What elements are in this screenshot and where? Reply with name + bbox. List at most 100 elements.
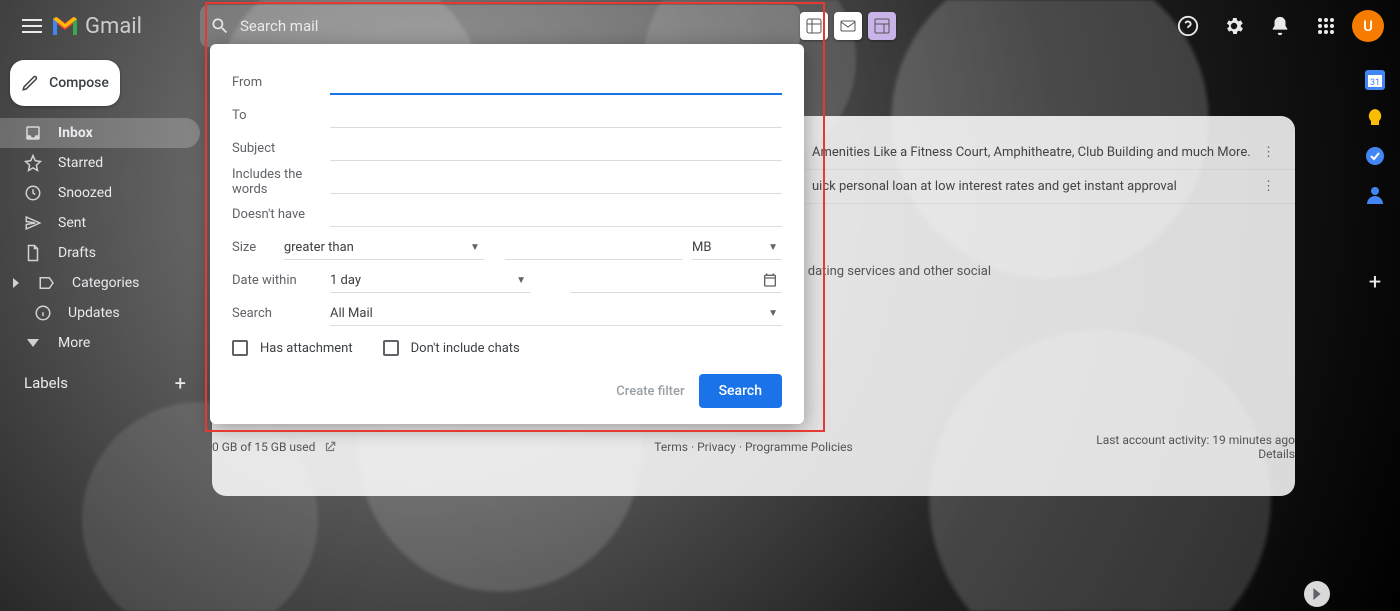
ext-icon-1[interactable]: [800, 12, 828, 40]
mail-row-1-more[interactable]: ⋮: [1262, 145, 1275, 160]
info-icon: [34, 304, 52, 322]
nav-more[interactable]: More: [0, 328, 200, 358]
adv-no-chats-label: Don't include chats: [411, 341, 520, 356]
svg-text:31: 31: [1370, 78, 1380, 88]
footer-privacy[interactable]: Privacy: [697, 440, 736, 454]
adv-no-chats-checkbox[interactable]: Don't include chats: [383, 340, 520, 356]
apps-button[interactable]: [1306, 6, 1346, 46]
nav-sent-label: Sent: [58, 215, 86, 231]
file-icon: [24, 244, 42, 262]
storage-text: 0 GB of 15 GB used: [212, 440, 315, 454]
adv-from-input[interactable]: [330, 71, 782, 95]
footer: 0 GB of 15 GB used Terms · Privacy · Pro…: [212, 433, 1295, 461]
open-in-new-icon[interactable]: [323, 440, 337, 454]
add-addon-button[interactable]: +: [1369, 270, 1381, 295]
keep-icon: [1365, 108, 1385, 128]
adv-doesnt-label: Doesn't have: [232, 207, 330, 222]
adv-date-range-value: 1 day: [330, 273, 361, 288]
adv-size-unit-value: MB: [692, 240, 711, 255]
label-icon: [38, 274, 56, 292]
chevron-down-icon: [27, 339, 39, 347]
adv-searchin-select[interactable]: All Mail ▼: [330, 302, 782, 326]
footer-terms[interactable]: Terms: [654, 440, 688, 454]
ext-icon-2[interactable]: [834, 12, 862, 40]
nav-categories-label: Categories: [72, 275, 139, 291]
nav-snoozed-label: Snoozed: [58, 185, 112, 201]
gmail-logo[interactable]: Gmail: [51, 14, 142, 39]
gmail-wordmark: Gmail: [85, 14, 142, 39]
checkbox-icon: [232, 340, 248, 356]
adv-from-label: From: [232, 75, 330, 90]
star-icon: [24, 154, 42, 172]
help-icon: [1177, 15, 1199, 37]
nav-updates-label: Updates: [68, 305, 120, 321]
nav-categories[interactable]: Categories: [0, 268, 200, 298]
adv-searchin-value: All Mail: [330, 306, 373, 321]
chevron-right-icon: [12, 278, 20, 288]
adv-subject-input[interactable]: [330, 137, 782, 161]
account-avatar[interactable]: U: [1352, 10, 1384, 42]
checkbox-icon: [383, 340, 399, 356]
gear-icon: [1223, 15, 1245, 37]
adv-includes-label: Includes the words: [232, 167, 330, 197]
tasks-icon: [1365, 146, 1385, 166]
nav-starred[interactable]: Starred: [0, 148, 200, 178]
adv-to-input[interactable]: [330, 104, 782, 128]
adv-doesnt-input[interactable]: [330, 203, 782, 227]
adv-size-value-input[interactable]: [505, 236, 682, 260]
adv-size-op-select[interactable]: greater than ▼: [284, 236, 484, 260]
footer-details[interactable]: Details: [1258, 447, 1295, 461]
adv-size-label: Size: [232, 240, 284, 255]
adv-has-attachment-checkbox[interactable]: Has attachment: [232, 340, 353, 356]
contacts-icon: [1365, 184, 1385, 204]
adv-size-unit-select[interactable]: MB ▼: [692, 236, 782, 260]
adv-date-picker[interactable]: [570, 269, 782, 293]
keep-addon[interactable]: [1365, 108, 1385, 128]
calendar-addon[interactable]: 31: [1365, 70, 1385, 90]
sheet-icon: [806, 18, 822, 34]
ext-icon-3[interactable]: [868, 12, 896, 40]
chevron-down-icon: ▼: [768, 308, 778, 319]
gmail-m-icon: [51, 15, 79, 37]
search-input[interactable]: [240, 17, 790, 35]
adv-searchin-label: Search: [232, 306, 330, 321]
chevron-down-icon: ▼: [470, 242, 480, 253]
main-menu-button[interactable]: [16, 6, 47, 46]
chevron-down-icon: ▼: [516, 275, 526, 286]
bell-icon: [1269, 15, 1291, 37]
nav-updates[interactable]: Updates: [0, 298, 200, 328]
adv-size-op-value: greater than: [284, 240, 354, 255]
search-bar[interactable]: [200, 5, 800, 47]
clock-icon: [24, 184, 42, 202]
contacts-addon[interactable]: [1365, 184, 1385, 204]
nav-sidebar: Compose Inbox Starred Snoozed Sent Draft…: [0, 52, 200, 611]
tasks-addon[interactable]: [1365, 146, 1385, 166]
compose-label: Compose: [49, 75, 109, 91]
calendar-icon: 31: [1365, 70, 1385, 90]
nav-sent[interactable]: Sent: [0, 208, 200, 238]
adv-includes-input[interactable]: [330, 170, 782, 194]
nav-snoozed[interactable]: Snoozed: [0, 178, 200, 208]
compose-button[interactable]: Compose: [10, 60, 120, 106]
footer-policies[interactable]: Programme Policies: [745, 440, 853, 454]
search-button[interactable]: Search: [699, 374, 782, 408]
add-label-button[interactable]: +: [175, 376, 186, 390]
calendar-icon: [762, 272, 778, 288]
pencil-icon: [21, 74, 39, 92]
adv-date-range-select[interactable]: 1 day ▼: [330, 269, 530, 293]
adv-has-attachment-label: Has attachment: [260, 341, 353, 356]
advanced-search-panel: From To Subject Includes the words Doesn…: [210, 44, 804, 424]
notifications-button[interactable]: [1260, 6, 1300, 46]
side-app-bar: 31 +: [1350, 52, 1400, 611]
avatar-initial: U: [1363, 17, 1373, 35]
settings-button[interactable]: [1214, 6, 1254, 46]
search-icon: [210, 16, 230, 36]
nav-drafts[interactable]: Drafts: [0, 238, 200, 268]
create-filter-button[interactable]: Create filter: [616, 384, 684, 399]
mail-row-2-more[interactable]: ⋮: [1262, 179, 1275, 194]
footer-activity: Last account activity: 19 minutes ago: [1096, 433, 1295, 447]
adv-subject-label: Subject: [232, 141, 330, 156]
side-panel-toggle[interactable]: [1304, 581, 1330, 607]
support-button[interactable]: [1168, 6, 1208, 46]
nav-inbox[interactable]: Inbox: [0, 118, 200, 148]
